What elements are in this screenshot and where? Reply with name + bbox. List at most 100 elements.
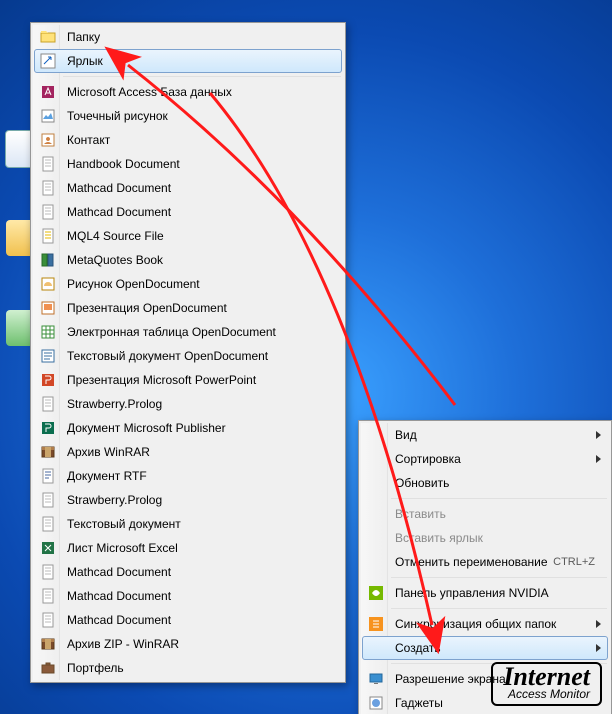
menu-item-label: Отменить переименование [395, 551, 548, 573]
submenu-arrow-icon [596, 644, 601, 652]
menu-item[interactable]: Вид [362, 423, 608, 447]
menu-item[interactable]: Обновить [362, 471, 608, 495]
menu-item[interactable]: Портфель [34, 656, 342, 680]
menu-separator [391, 608, 607, 609]
menu-item-label: Контакт [67, 129, 110, 151]
mql4-icon [40, 228, 56, 244]
menu-item-label: Mathcad Document [67, 177, 171, 199]
menu-item-label: Архив WinRAR [67, 441, 150, 463]
menu-item[interactable]: Mathcad Document [34, 584, 342, 608]
menu-separator [391, 498, 607, 499]
menu-item[interactable]: Электронная таблица OpenDocument [34, 320, 342, 344]
menu-item[interactable]: Папку [34, 25, 342, 49]
submenu-arrow-icon [596, 620, 601, 628]
odt-icon [40, 348, 56, 364]
menu-item[interactable]: Презентация Microsoft PowerPoint [34, 368, 342, 392]
menu-item[interactable]: Отменить переименованиеCTRL+Z [362, 550, 608, 574]
menu-item[interactable]: Текстовый документ [34, 512, 342, 536]
doc-icon [40, 588, 56, 604]
menu-item[interactable]: Рисунок OpenDocument [34, 272, 342, 296]
menu-item-label: Mathcad Document [67, 561, 171, 583]
menu-item-label: Создать [395, 637, 441, 659]
doc-icon [40, 156, 56, 172]
watermark-badge: Internet Access Monitor [491, 662, 602, 706]
desktop[interactable]: ПапкуЯрлык Microsoft Access База данныхТо… [0, 0, 612, 714]
menu-item-label: Рисунок OpenDocument [67, 273, 200, 295]
doc-icon [40, 564, 56, 580]
menu-item[interactable]: Ярлык [34, 49, 342, 73]
menu-item[interactable]: MQL4 Source File [34, 224, 342, 248]
menu-item-shortcut: CTRL+Z [553, 551, 595, 573]
doc-icon [40, 612, 56, 628]
access-icon [40, 84, 56, 100]
menu-item[interactable]: Mathcad Document [34, 176, 342, 200]
menu-item[interactable]: Mathcad Document [34, 200, 342, 224]
odg-icon [40, 276, 56, 292]
doc-icon [40, 492, 56, 508]
menu-item-label: Mathcad Document [67, 585, 171, 607]
nvidia-icon [368, 585, 384, 601]
menu-item[interactable]: Handbook Document [34, 152, 342, 176]
menu-item[interactable]: Синхронизация общих папок [362, 612, 608, 636]
menu-item-label: Mathcad Document [67, 201, 171, 223]
menu-item[interactable]: Mathcad Document [34, 560, 342, 584]
bmp-icon [40, 108, 56, 124]
menu-item[interactable]: Презентация OpenDocument [34, 296, 342, 320]
book-icon [40, 252, 56, 268]
menu-item-label: Вставить [395, 503, 446, 525]
ppt-icon [40, 372, 56, 388]
doc-icon [40, 396, 56, 412]
menu-item: Вставить [362, 502, 608, 526]
menu-item[interactable]: Контакт [34, 128, 342, 152]
menu-item-label: Архив ZIP - WinRAR [67, 633, 179, 655]
menu-item-label: Электронная таблица OpenDocument [67, 321, 276, 343]
sync-icon [368, 616, 384, 632]
menu-item-label: Презентация Microsoft PowerPoint [67, 369, 256, 391]
submenu-create-new: ПапкуЯрлык Microsoft Access База данныхТо… [30, 22, 346, 683]
menu-item-label: Текстовый документ OpenDocument [67, 345, 268, 367]
doc-icon [40, 204, 56, 220]
menu-item-label: MetaQuotes Book [67, 249, 163, 271]
menu-item-label: Документ RTF [67, 465, 147, 487]
shortcut-icon [40, 53, 56, 69]
menu-item-label: Панель управления NVIDIA [395, 582, 549, 604]
menu-item-label: Лист Microsoft Excel [67, 537, 178, 559]
menu-item[interactable]: Текстовый документ OpenDocument [34, 344, 342, 368]
menu-item[interactable]: Документ RTF [34, 464, 342, 488]
odp-icon [40, 300, 56, 316]
menu-item-label: Текстовый документ [67, 513, 181, 535]
menu-item-label: Mathcad Document [67, 609, 171, 631]
menu-item-label: Гаджеты [395, 692, 443, 714]
menu-item-label: Microsoft Access База данных [67, 81, 232, 103]
menu-item[interactable]: Strawberry.Prolog [34, 488, 342, 512]
display-icon [368, 671, 384, 687]
txt-icon [40, 516, 56, 532]
watermark-line2: Access Monitor [503, 688, 590, 700]
folder-icon [40, 29, 56, 45]
menu-item[interactable]: Strawberry.Prolog [34, 392, 342, 416]
pub-icon [40, 420, 56, 436]
menu-item[interactable]: MetaQuotes Book [34, 248, 342, 272]
briefcase-icon [40, 660, 56, 676]
menu-item[interactable]: Документ Microsoft Publisher [34, 416, 342, 440]
xls-icon [40, 540, 56, 556]
menu-separator [63, 76, 341, 77]
menu-item[interactable]: Microsoft Access База данных [34, 80, 342, 104]
menu-item[interactable]: Архив WinRAR [34, 440, 342, 464]
menu-item-label: Strawberry.Prolog [67, 489, 162, 511]
menu-item[interactable]: Лист Microsoft Excel [34, 536, 342, 560]
menu-item[interactable]: Создать [362, 636, 608, 660]
menu-item-label: Вставить ярлык [395, 527, 483, 549]
menu-item[interactable]: Mathcad Document [34, 608, 342, 632]
menu-item-label: Документ Microsoft Publisher [67, 417, 226, 439]
menu-item[interactable]: Сортировка [362, 447, 608, 471]
menu-item-label: Папку [67, 26, 100, 48]
menu-item-label: Обновить [395, 472, 449, 494]
menu-item[interactable]: Архив ZIP - WinRAR [34, 632, 342, 656]
menu-item[interactable]: Панель управления NVIDIA [362, 581, 608, 605]
submenu-arrow-icon [596, 455, 601, 463]
menu-item-label: Handbook Document [67, 153, 180, 175]
menu-item-label: Портфель [67, 657, 124, 679]
menu-item-label: Разрешение экрана [395, 668, 506, 690]
menu-item[interactable]: Точечный рисунок [34, 104, 342, 128]
